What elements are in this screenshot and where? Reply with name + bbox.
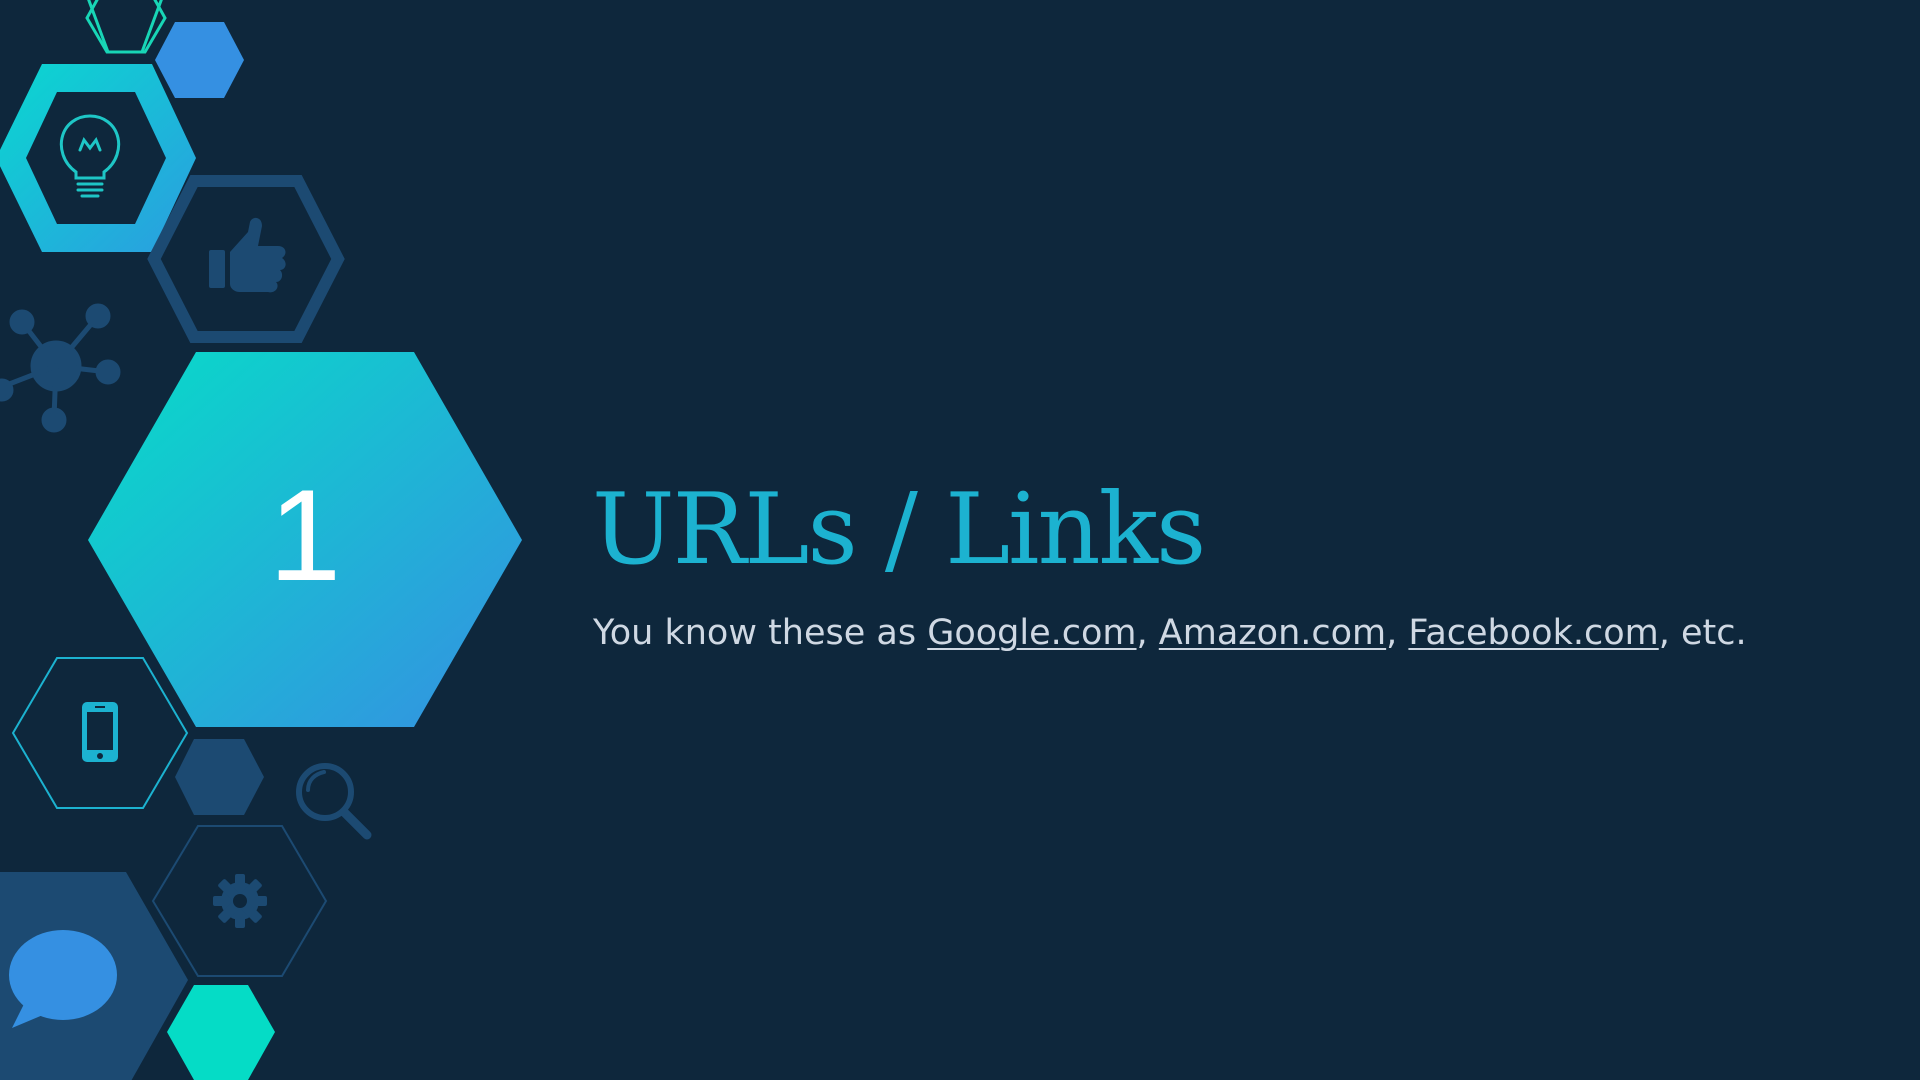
section-number: 1 [268, 462, 342, 608]
network-icon [0, 303, 121, 433]
hexagon-navy-small [175, 739, 264, 815]
link-google[interactable]: Google.com [927, 613, 1136, 653]
subtitle-prefix: You know these as [593, 613, 928, 653]
thumbs-up-icon [209, 217, 286, 293]
link-amazon[interactable]: Amazon.com [1159, 613, 1386, 653]
gear-icon [213, 874, 267, 928]
hexagon-blue-small [155, 22, 244, 98]
hexagon-teal-small [167, 985, 275, 1080]
subtitle-separator: , [1136, 613, 1159, 653]
link-facebook[interactable]: Facebook.com [1408, 613, 1658, 653]
subtitle-separator: , [1386, 613, 1409, 653]
slide-title: URLs / Links [592, 473, 1206, 587]
subtitle-suffix: , etc. [1658, 613, 1747, 653]
slide-subtitle: You know these as Google.com, Amazon.com… [593, 608, 1747, 658]
slide: 1 URLs / Links You know these as Google.… [0, 0, 1920, 1080]
smartphone-icon [82, 702, 118, 762]
search-icon [296, 763, 372, 840]
